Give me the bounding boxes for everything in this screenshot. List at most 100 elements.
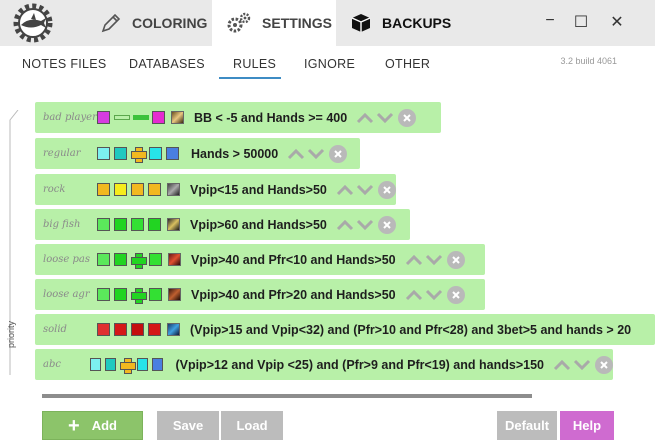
move-down-icon[interactable] (355, 183, 375, 197)
delete-icon[interactable] (594, 355, 613, 374)
color-swatch[interactable] (149, 288, 162, 301)
rule-condition: Vpip>40 and Pfr<10 and Hands>50 (191, 252, 396, 267)
color-swatch[interactable] (97, 111, 110, 124)
color-swatch[interactable] (89, 358, 101, 371)
rule-name: regular (43, 148, 81, 159)
rules-list: bad player BB < -5 and Hands >= 400 regu… (0, 96, 655, 386)
color-swatch[interactable] (104, 358, 117, 371)
color-swatch[interactable] (148, 323, 161, 336)
rule-row[interactable]: rock Vpip<15 and Hands>50 (35, 174, 396, 205)
subtab-databases[interactable]: DATABASES (129, 57, 205, 71)
rule-name: big fish (43, 219, 81, 230)
color-swatch[interactable] (97, 183, 110, 196)
delete-icon[interactable] (329, 144, 348, 163)
delete-icon[interactable] (398, 108, 417, 127)
save-button[interactable]: Save (157, 411, 219, 440)
color-swatch[interactable] (97, 288, 110, 301)
delete-icon[interactable] (377, 180, 396, 199)
subtab-ignore[interactable]: IGNORE (304, 57, 355, 71)
move-down-icon[interactable] (355, 218, 375, 232)
color-swatch[interactable] (114, 288, 127, 301)
color-swatch[interactable] (131, 146, 147, 163)
rule-name: rock (43, 184, 66, 195)
move-up-icon[interactable] (552, 358, 572, 372)
color-swatch[interactable] (136, 358, 148, 371)
color-swatch[interactable] (149, 253, 162, 266)
move-up-icon[interactable] (404, 253, 424, 267)
title-bar: COLORING SETTINGS BACKUPS − ☐ ✕ (0, 0, 655, 46)
player-icon[interactable] (171, 111, 184, 124)
help-button-label: Help (572, 418, 602, 433)
player-icon[interactable] (167, 323, 180, 336)
color-swatch[interactable] (131, 323, 144, 336)
move-down-icon[interactable] (572, 358, 592, 372)
move-up-icon[interactable] (286, 147, 306, 161)
rule-row[interactable]: solid (Vpip>15 and Vpip<32) and (Pfr>10 … (35, 314, 655, 345)
color-swatch[interactable] (114, 218, 127, 231)
tab-settings[interactable]: SETTINGS (212, 0, 336, 46)
move-down-icon[interactable] (306, 147, 326, 161)
maximize-button[interactable]: ☐ (571, 12, 591, 32)
rule-row[interactable]: bad player BB < -5 and Hands >= 400 (35, 102, 441, 133)
maximize-icon: ☐ (573, 14, 589, 31)
rule-name: loose agr (43, 289, 90, 300)
subtab-rules[interactable]: RULES (233, 57, 276, 71)
color-swatch[interactable] (131, 252, 147, 269)
subtab-other[interactable]: OTHER (385, 57, 430, 71)
color-swatch[interactable] (97, 147, 110, 160)
color-swatch[interactable] (97, 218, 110, 231)
color-swatch[interactable] (97, 323, 110, 336)
gears-icon (226, 11, 252, 35)
color-swatch[interactable] (114, 323, 127, 336)
color-swatch[interactable] (131, 183, 144, 196)
rule-row[interactable]: regular Hands > 50000 (35, 138, 360, 169)
move-up-icon[interactable] (335, 183, 355, 197)
color-swatch[interactable] (114, 115, 130, 120)
color-swatch[interactable] (151, 358, 164, 371)
color-swatch[interactable] (131, 218, 144, 231)
add-button[interactable]: + Add (42, 411, 143, 440)
subtab-notes-files[interactable]: NOTES FILES (22, 57, 107, 71)
color-swatch[interactable] (148, 218, 161, 231)
delete-icon[interactable] (377, 215, 396, 234)
color-swatch[interactable] (131, 287, 147, 304)
color-swatch[interactable] (149, 147, 162, 160)
color-swatch[interactable] (133, 115, 149, 120)
player-icon[interactable] (167, 218, 180, 231)
rule-condition: Vpip<15 and Hands>50 (190, 182, 327, 197)
delete-icon[interactable] (446, 285, 465, 304)
rule-row[interactable]: abc (Vpip>12 and Vpip <25) and (Pfr>9 an… (35, 349, 613, 380)
horizontal-scrollbar[interactable] (42, 394, 532, 398)
rule-condition: Vpip>60 and Hands>50 (190, 217, 327, 232)
default-button[interactable]: Default (497, 411, 557, 440)
rule-row[interactable]: loose pas Vpip>40 and Pfr<10 and Hands>5… (35, 244, 485, 275)
move-up-icon[interactable] (355, 111, 375, 125)
tab-backups[interactable]: BACKUPS (336, 0, 466, 46)
color-swatch[interactable] (114, 253, 127, 266)
color-swatch[interactable] (148, 183, 161, 196)
minimize-button[interactable]: − (540, 12, 560, 30)
rule-row[interactable]: loose agr Vpip>40 and Pfr>20 and Hands>5… (35, 279, 485, 310)
move-down-icon[interactable] (375, 111, 395, 125)
move-down-icon[interactable] (424, 288, 444, 302)
rule-row[interactable]: big fish Vpip>60 and Hands>50 (35, 209, 410, 240)
color-swatch[interactable] (166, 147, 179, 160)
player-icon[interactable] (167, 183, 180, 196)
player-icon[interactable] (168, 253, 181, 266)
color-swatch[interactable] (120, 357, 137, 374)
help-button[interactable]: Help (560, 411, 614, 440)
move-up-icon[interactable] (404, 288, 424, 302)
load-button[interactable]: Load (221, 411, 283, 440)
delete-icon[interactable] (446, 250, 465, 269)
tab-coloring[interactable]: COLORING (86, 0, 212, 46)
move-up-icon[interactable] (335, 218, 355, 232)
close-button[interactable]: ✕ (607, 12, 627, 32)
color-swatch[interactable] (97, 253, 110, 266)
color-swatch[interactable] (114, 183, 127, 196)
player-icon[interactable] (168, 288, 181, 301)
color-swatch[interactable] (152, 111, 165, 124)
color-swatch[interactable] (114, 147, 127, 160)
rule-name: bad player (43, 112, 97, 123)
pencil-icon (100, 12, 122, 34)
move-down-icon[interactable] (424, 253, 444, 267)
